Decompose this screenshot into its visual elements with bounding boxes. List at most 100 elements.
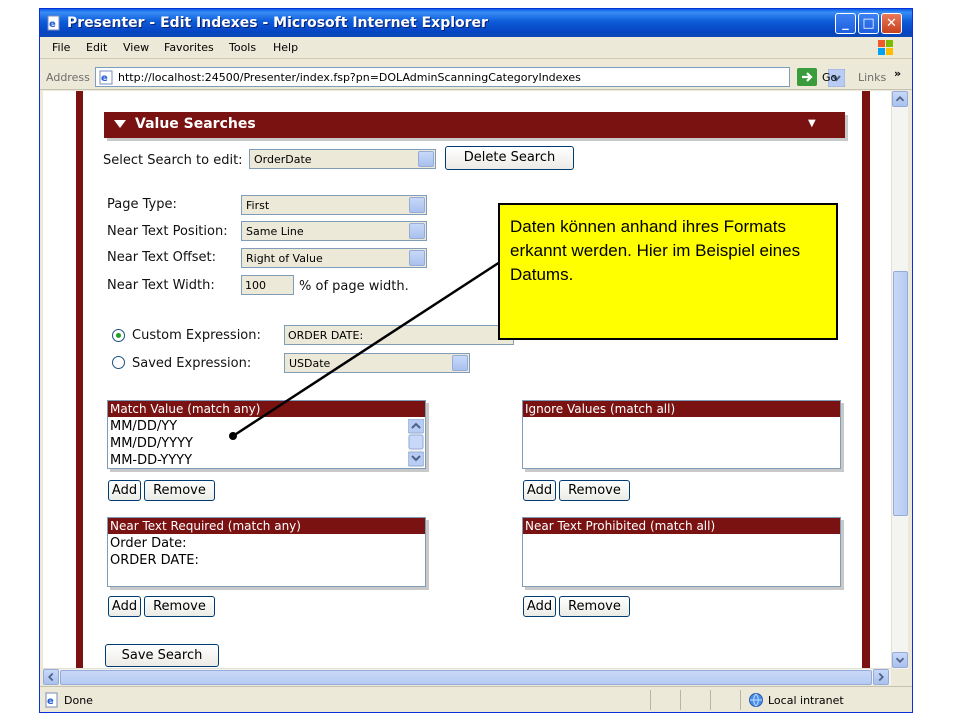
windows-logo-icon bbox=[878, 40, 893, 55]
collapse-icon[interactable]: ▼ bbox=[808, 118, 816, 129]
screen: e Presenter - Edit Indexes - Microsoft I… bbox=[0, 0, 960, 720]
security-zone-text: Local intranet bbox=[768, 694, 844, 707]
match-remove-button[interactable]: Remove bbox=[144, 480, 215, 501]
scroll-down-icon[interactable] bbox=[892, 652, 908, 668]
near-offset-select[interactable]: Right of Value bbox=[241, 248, 427, 268]
scroll-right-icon[interactable] bbox=[873, 669, 889, 685]
status-divider bbox=[680, 690, 681, 710]
search-select[interactable]: OrderDate bbox=[249, 149, 436, 169]
near-width-input[interactable]: 100 bbox=[241, 275, 294, 295]
minimize-button[interactable]: _ bbox=[835, 13, 856, 34]
saved-expression-radio[interactable] bbox=[112, 356, 125, 369]
near-width-label: Near Text Width: bbox=[107, 278, 215, 293]
list-item[interactable]: Order Date: bbox=[110, 536, 187, 551]
status-divider bbox=[710, 690, 711, 710]
near-position-select[interactable]: Same Line bbox=[241, 221, 427, 241]
ignore-remove-button[interactable]: Remove bbox=[559, 480, 630, 501]
window-title: Presenter - Edit Indexes - Microsoft Int… bbox=[67, 15, 488, 31]
status-text: Done bbox=[64, 694, 93, 707]
horizontal-scroll-thumb[interactable] bbox=[60, 670, 872, 685]
saved-expression-select[interactable]: USDate bbox=[284, 353, 470, 373]
match-add-button[interactable]: Add bbox=[108, 480, 141, 501]
triangle-down-icon bbox=[114, 120, 126, 128]
status-bar: e Done Local intranet bbox=[40, 686, 912, 712]
close-button[interactable]: ✕ bbox=[881, 13, 902, 34]
links-more-icon[interactable]: » bbox=[894, 67, 901, 80]
ignore-add-button[interactable]: Add bbox=[523, 480, 556, 501]
match-value-list[interactable]: Match Value (match any) MM/DD/YY MM/DD/Y… bbox=[107, 400, 426, 469]
near-prohibited-header: Near Text Prohibited (match all) bbox=[523, 518, 840, 534]
menu-edit[interactable]: Edit bbox=[86, 41, 107, 54]
ignore-values-list[interactable]: Ignore Values (match all) bbox=[522, 400, 841, 469]
menu-view[interactable]: View bbox=[123, 41, 149, 54]
menu-tools[interactable]: Tools bbox=[229, 41, 256, 54]
scroll-left-icon[interactable] bbox=[43, 669, 59, 685]
chevron-down-icon bbox=[409, 250, 425, 266]
svg-text:e: e bbox=[47, 696, 54, 707]
chevron-down-icon bbox=[418, 151, 434, 167]
custom-expression-label: Custom Expression: bbox=[132, 328, 261, 343]
section-title: Value Searches bbox=[135, 116, 256, 132]
chevron-down-icon bbox=[409, 197, 425, 213]
annotation-callout: Daten können anhand ihres Formats erkann… bbox=[498, 203, 838, 340]
vertical-scrollbar[interactable] bbox=[891, 91, 908, 669]
browser-window: e Presenter - Edit Indexes - Microsoft I… bbox=[39, 8, 913, 713]
near-prohibited-add-button[interactable]: Add bbox=[523, 596, 556, 617]
custom-expression-value: ORDER DATE: bbox=[288, 329, 364, 342]
chevron-down-icon bbox=[452, 355, 468, 371]
ignore-values-header: Ignore Values (match all) bbox=[523, 401, 840, 417]
menu-file[interactable]: File bbox=[52, 41, 70, 54]
page-viewport: Value Searches ▼ Select Search to edit: … bbox=[43, 91, 891, 669]
go-arrow-icon[interactable] bbox=[797, 68, 817, 86]
horizontal-scrollbar[interactable] bbox=[43, 668, 891, 685]
page-right-border bbox=[862, 91, 870, 669]
list-item[interactable]: MM-DD-YYYY bbox=[110, 453, 192, 468]
near-required-list[interactable]: Near Text Required (match any) Order Dat… bbox=[107, 517, 426, 587]
title-bar[interactable]: e Presenter - Edit Indexes - Microsoft I… bbox=[40, 9, 912, 37]
saved-expression-value: USDate bbox=[289, 357, 331, 370]
ie-page-icon: e bbox=[47, 15, 60, 31]
page-type-value: First bbox=[246, 199, 270, 212]
svg-text:e: e bbox=[49, 19, 56, 30]
near-prohibited-list[interactable]: Near Text Prohibited (match all) bbox=[522, 517, 841, 587]
list-item[interactable]: MM/DD/YY bbox=[110, 419, 177, 434]
custom-expression-input[interactable]: ORDER DATE: bbox=[284, 325, 514, 345]
menu-favorites[interactable]: Favorites bbox=[164, 41, 214, 54]
maximize-button[interactable]: □ bbox=[858, 13, 879, 34]
search-select-value: OrderDate bbox=[254, 153, 312, 166]
saved-expression-label: Saved Expression: bbox=[132, 356, 252, 371]
list-item[interactable]: MM/DD/YYYY bbox=[110, 436, 193, 451]
save-search-button[interactable]: Save Search bbox=[105, 644, 219, 667]
search-select-label: Select Search to edit: bbox=[103, 153, 243, 168]
address-bar: Address e http://localhost:24500/Present… bbox=[40, 66, 912, 90]
match-value-header: Match Value (match any) bbox=[108, 401, 425, 417]
delete-search-button[interactable]: Delete Search bbox=[445, 146, 574, 170]
near-position-value: Same Line bbox=[246, 225, 304, 238]
list-item[interactable]: ORDER DATE: bbox=[110, 553, 199, 568]
page-type-label: Page Type: bbox=[107, 197, 177, 212]
go-button-label[interactable]: Go bbox=[822, 71, 837, 84]
menu-help[interactable]: Help bbox=[273, 41, 298, 54]
address-label: Address bbox=[46, 71, 90, 84]
vertical-scroll-thumb[interactable] bbox=[893, 271, 908, 516]
address-url: http://localhost:24500/Presenter/index.f… bbox=[118, 71, 581, 84]
near-width-suffix: % of page width. bbox=[299, 279, 409, 294]
page-left-border bbox=[76, 91, 83, 669]
near-offset-label: Near Text Offset: bbox=[107, 250, 217, 265]
near-prohibited-remove-button[interactable]: Remove bbox=[559, 596, 630, 617]
ie-page-icon: e bbox=[99, 70, 113, 85]
status-divider bbox=[650, 690, 651, 710]
section-header[interactable]: Value Searches ▼ bbox=[104, 112, 845, 138]
list-scrollbar[interactable] bbox=[408, 419, 424, 467]
chevron-down-icon bbox=[409, 223, 425, 239]
address-input[interactable]: e http://localhost:24500/Presenter/index… bbox=[95, 67, 845, 87]
callout-text: Daten können anhand ihres Formats erkann… bbox=[510, 217, 801, 284]
scroll-up-icon[interactable] bbox=[892, 91, 908, 107]
menu-bar: File Edit View Favorites Tools Help bbox=[40, 37, 912, 59]
links-label[interactable]: Links bbox=[858, 71, 886, 84]
near-required-remove-button[interactable]: Remove bbox=[144, 596, 215, 617]
near-required-add-button[interactable]: Add bbox=[108, 596, 141, 617]
custom-expression-radio[interactable] bbox=[112, 329, 125, 342]
near-offset-value: Right of Value bbox=[246, 252, 323, 265]
page-type-select[interactable]: First bbox=[241, 195, 427, 215]
